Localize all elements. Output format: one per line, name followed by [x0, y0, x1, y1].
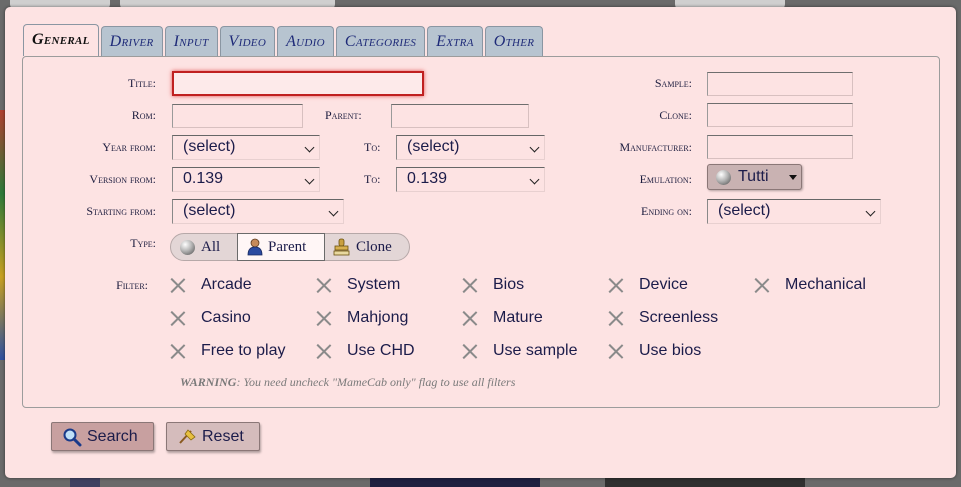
tab-bar: General Driver Input Video Audio Categor…	[23, 24, 545, 56]
version-to-select[interactable]: 0.139	[396, 167, 545, 192]
filter-arcade[interactable]: Arcade	[201, 276, 252, 294]
cross-icon	[755, 278, 769, 292]
filter-mechanical[interactable]: Mechanical	[785, 276, 866, 294]
cross-icon	[171, 278, 185, 292]
starting-from-label: Starting from:	[86, 204, 156, 218]
filter-label: Filter:	[116, 278, 148, 292]
caret-down-icon	[789, 175, 797, 180]
cross-icon	[171, 344, 185, 358]
filter-device[interactable]: Device	[639, 276, 688, 294]
version-from-label: Version from:	[89, 172, 156, 186]
title-label: Title:	[128, 76, 156, 90]
starting-from-select[interactable]: (select)	[172, 199, 344, 224]
cross-icon	[463, 344, 477, 358]
background-thumbnail	[605, 478, 805, 487]
chevron-down-icon	[529, 142, 540, 153]
cross-icon	[171, 311, 185, 325]
year-from-label: Year from:	[102, 140, 156, 154]
tab-extra[interactable]: Extra	[427, 26, 483, 56]
chevron-down-icon	[328, 206, 339, 217]
search-button[interactable]: Search	[51, 422, 154, 451]
filter-use-chd[interactable]: Use CHD	[347, 342, 415, 360]
filter-casino[interactable]: Casino	[201, 309, 251, 327]
emulation-label: Emulation:	[639, 172, 692, 186]
filter-mature[interactable]: Mature	[493, 309, 543, 327]
tab-input[interactable]: Input	[164, 26, 218, 56]
filter-screenless[interactable]: Screenless	[639, 309, 718, 327]
version-to-label: To:	[364, 172, 381, 186]
cross-icon	[317, 278, 331, 292]
chevron-down-icon	[529, 174, 540, 185]
tab-audio[interactable]: Audio	[277, 26, 334, 56]
chevron-down-icon	[304, 174, 315, 185]
type-label: Type:	[130, 236, 156, 250]
cross-icon	[609, 278, 623, 292]
version-from-select[interactable]: 0.139	[172, 167, 320, 192]
tab-general[interactable]: General	[23, 24, 99, 56]
emulation-dropdown[interactable]: Tutti	[707, 164, 802, 190]
sample-input[interactable]	[707, 72, 853, 96]
clone-label: Clone:	[659, 108, 692, 122]
ending-on-label: Ending on:	[641, 204, 692, 218]
rom-input[interactable]	[172, 104, 303, 128]
background-thumbnail	[70, 478, 100, 487]
emulation-value: Tutti	[738, 168, 769, 185]
chevron-down-icon	[865, 206, 876, 217]
type-all[interactable]: All	[171, 234, 237, 260]
cross-icon	[317, 344, 331, 358]
filter-use-bios[interactable]: Use bios	[639, 342, 701, 360]
cross-icon	[609, 311, 623, 325]
tab-video[interactable]: Video	[219, 26, 276, 56]
type-clone[interactable]: Clone	[325, 234, 409, 260]
broom-icon	[179, 429, 196, 444]
orb-icon	[716, 170, 731, 185]
parent-label: Parent:	[325, 108, 362, 122]
year-to-label: To:	[364, 140, 381, 154]
filter-mahjong[interactable]: Mahjong	[347, 309, 408, 327]
search-dialog: General Driver Input Video Audio Categor…	[5, 7, 956, 478]
filter-bios[interactable]: Bios	[493, 276, 524, 294]
filter-free-to-play[interactable]: Free to play	[201, 342, 285, 360]
filter-warning: WARNING: You need uncheck "MameCab only"…	[180, 375, 516, 389]
filter-system[interactable]: System	[347, 276, 400, 294]
cross-icon	[317, 311, 331, 325]
year-from-select[interactable]: (select)	[172, 135, 320, 160]
rom-label: Rom:	[131, 108, 156, 122]
sample-label: Sample:	[654, 76, 692, 90]
background-thumbnail	[370, 478, 540, 487]
reset-button[interactable]: Reset	[166, 422, 260, 451]
cross-icon	[463, 311, 477, 325]
tab-driver[interactable]: Driver	[100, 26, 163, 56]
ending-on-select[interactable]: (select)	[707, 199, 881, 224]
parent-input[interactable]	[391, 104, 529, 128]
tab-other[interactable]: Other	[484, 26, 544, 56]
filter-use-sample[interactable]: Use sample	[493, 342, 577, 360]
orb-icon	[180, 240, 195, 255]
cross-icon	[463, 278, 477, 292]
stamp-icon	[333, 238, 350, 256]
cross-icon	[609, 344, 623, 358]
person-icon	[247, 238, 263, 256]
general-panel: Title: Rom: Parent: Year from: (select) …	[22, 56, 940, 408]
tab-categories[interactable]: Categories	[335, 26, 426, 56]
manufacturer-input[interactable]	[707, 135, 853, 159]
manufacturer-label: Manufacturer:	[619, 140, 692, 154]
chevron-down-icon	[304, 142, 315, 153]
title-input[interactable]	[172, 71, 424, 96]
clone-input[interactable]	[707, 103, 853, 127]
magnifier-icon	[63, 428, 82, 447]
type-parent[interactable]: Parent	[237, 233, 325, 261]
year-to-select[interactable]: (select)	[396, 135, 545, 160]
type-segmented-control: All Parent Clone	[170, 233, 410, 261]
